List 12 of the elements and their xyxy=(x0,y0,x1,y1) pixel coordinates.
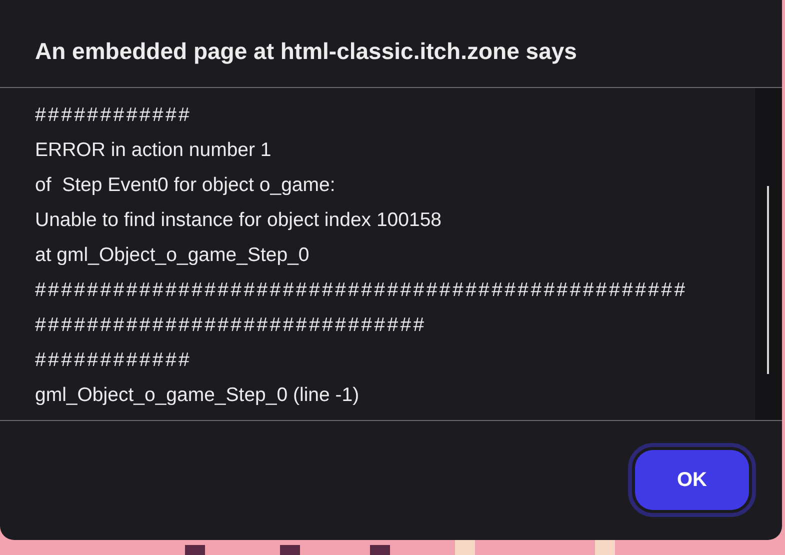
message-line: ############################## xyxy=(35,313,428,338)
message-line: at gml_Object_o_game_Step_0 xyxy=(35,243,310,268)
message-line: gml_Object_o_game_Step_0 (line -1) xyxy=(35,383,360,408)
dialog-title: An embedded page at html-classic.itch.zone says xyxy=(34,37,578,66)
message-line: ############ xyxy=(35,103,193,128)
scrollbar[interactable] xyxy=(755,88,782,420)
ok-button[interactable]: OK xyxy=(635,450,749,510)
message-line: Unable to find instance for object index 100158 xyxy=(35,208,443,233)
message-line: ERROR in action number 1 xyxy=(35,138,272,163)
message-line: ################################################## xyxy=(35,278,688,303)
message-line: ############ xyxy=(35,348,193,373)
message-line: of Step Event0 for object o_game: xyxy=(35,173,336,198)
